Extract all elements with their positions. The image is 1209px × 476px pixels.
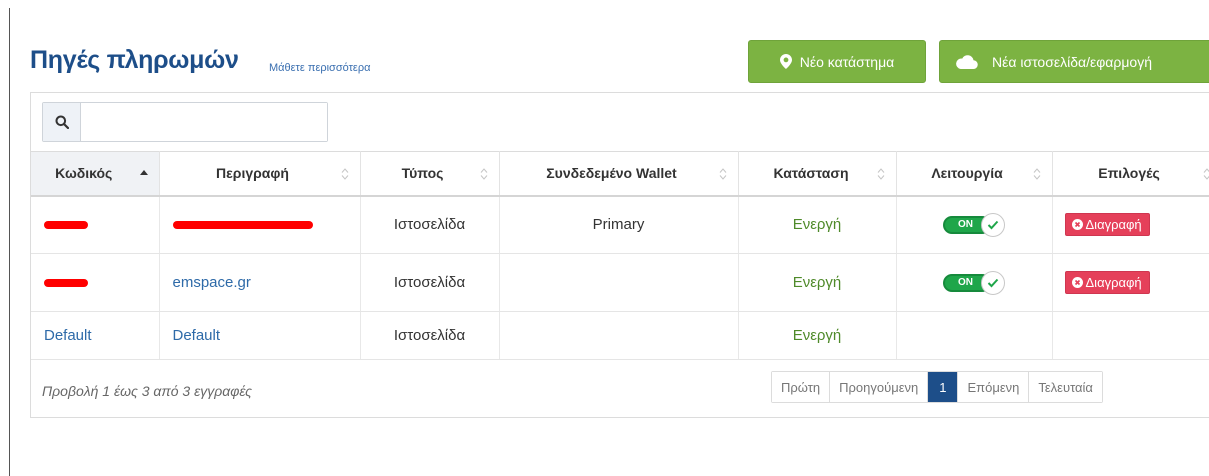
search-box xyxy=(42,102,328,142)
sort-icon xyxy=(479,167,489,181)
row-operation-cell: ON xyxy=(896,253,1053,312)
row-status-cell: Ενεργή xyxy=(738,195,897,254)
check-icon xyxy=(981,270,1005,295)
row-wallet-cell xyxy=(499,253,739,312)
table-info-text: Προβολή 1 έως 3 από 3 εγγραφές xyxy=(42,383,252,399)
row-options-cell: Διαγραφή xyxy=(1052,195,1209,254)
sort-icon xyxy=(1032,167,1042,181)
code-link[interactable]: Default xyxy=(44,327,92,344)
row-description-cell[interactable] xyxy=(159,195,361,254)
delete-button[interactable]: Διαγραφή xyxy=(1064,213,1150,237)
row-options-cell xyxy=(1052,311,1209,360)
left-border-line xyxy=(9,8,10,476)
row-code-cell[interactable] xyxy=(31,253,160,312)
redacted-code xyxy=(44,279,88,287)
search-icon[interactable] xyxy=(43,103,81,141)
redacted-code xyxy=(44,221,88,230)
row-type-cell: Ιστοσελίδα xyxy=(360,311,500,360)
map-marker-icon xyxy=(779,54,792,69)
close-circle-icon xyxy=(1071,219,1083,231)
page-title: Πηγές πληρωμών xyxy=(30,46,239,74)
row-operation-cell: ON xyxy=(896,195,1053,254)
column-header-status[interactable]: Κατάσταση xyxy=(738,151,897,197)
row-status-cell: Ενεργή xyxy=(738,253,897,312)
payment-sources-panel: Κωδικός Περιγραφή Τύπος Συνδεδεμένο Wall… xyxy=(30,92,1209,418)
new-store-label: Νέο κατάστημα xyxy=(799,53,895,70)
row-status-cell: Ενεργή xyxy=(738,311,897,360)
table-row: emspace.gr Ιστοσελίδα Ενεργή ON Διαγραφή xyxy=(31,253,1209,312)
new-website-button[interactable]: Νέα ιστοσελίδα/εφαρμογή xyxy=(939,40,1209,83)
sort-icon xyxy=(1202,167,1209,181)
close-circle-icon xyxy=(1071,277,1083,288)
row-wallet-cell: Primary xyxy=(499,195,739,254)
page-header: Πηγές πληρωμών Μάθετε περισσότερα Νέο κα… xyxy=(30,40,1209,84)
operation-toggle[interactable]: ON xyxy=(943,212,1005,237)
table-header-row: Κωδικός Περιγραφή Τύπος Συνδεδεμένο Wall… xyxy=(31,151,1209,197)
row-type-cell: Ιστοσελίδα xyxy=(360,195,500,254)
sort-asc-icon xyxy=(139,167,149,181)
page-current[interactable]: 1 xyxy=(928,372,959,402)
description-link[interactable]: Default xyxy=(173,327,221,344)
delete-button[interactable]: Διαγραφή xyxy=(1064,271,1150,294)
check-icon xyxy=(981,212,1005,237)
page-next[interactable]: Επόμενη xyxy=(958,372,1030,402)
row-description-cell[interactable]: Default xyxy=(159,311,361,360)
row-type-cell: Ιστοσελίδα xyxy=(360,253,500,312)
page-previous[interactable]: Προηγούμενη xyxy=(830,372,929,402)
column-header-operation[interactable]: Λειτουργία xyxy=(896,151,1053,197)
column-header-description[interactable]: Περιγραφή xyxy=(159,151,361,197)
page-first[interactable]: Πρώτη xyxy=(772,372,831,402)
column-header-wallet[interactable]: Συνδεδεμένο Wallet xyxy=(499,151,739,197)
description-link[interactable]: emspace.gr xyxy=(173,274,251,291)
row-code-cell[interactable] xyxy=(31,195,160,254)
learn-more-link[interactable]: Μάθετε περισσότερα xyxy=(269,62,370,74)
cloud-icon xyxy=(956,54,978,69)
page-last[interactable]: Τελευταία xyxy=(1029,372,1102,402)
payment-sources-table: Κωδικός Περιγραφή Τύπος Συνδεδεμένο Wall… xyxy=(31,151,1209,360)
sort-icon xyxy=(340,167,350,181)
sort-icon xyxy=(876,167,886,181)
row-options-cell: Διαγραφή xyxy=(1052,253,1209,312)
row-operation-cell xyxy=(896,311,1053,360)
new-store-button[interactable]: Νέο κατάστημα xyxy=(748,40,926,83)
new-website-label: Νέα ιστοσελίδα/εφαρμογή xyxy=(992,53,1152,70)
table-row: Ιστοσελίδα Primary Ενεργή ON Διαγραφή xyxy=(31,195,1209,254)
row-code-cell[interactable]: Default xyxy=(31,311,160,360)
column-header-type[interactable]: Τύπος xyxy=(360,151,500,197)
row-description-cell[interactable]: emspace.gr xyxy=(159,253,361,312)
row-wallet-cell xyxy=(499,311,739,360)
redacted-description xyxy=(172,221,313,230)
column-header-options[interactable]: Επιλογές xyxy=(1052,151,1209,197)
column-header-code[interactable]: Κωδικός xyxy=(31,151,160,197)
pagination: Πρώτη Προηγούμενη 1 Επόμενη Τελευταία xyxy=(771,371,1103,403)
search-input[interactable] xyxy=(81,103,327,141)
operation-toggle[interactable]: ON xyxy=(943,270,1005,295)
sort-icon xyxy=(718,167,728,181)
table-row: Default Default Ιστοσελίδα Ενεργή xyxy=(31,311,1209,360)
